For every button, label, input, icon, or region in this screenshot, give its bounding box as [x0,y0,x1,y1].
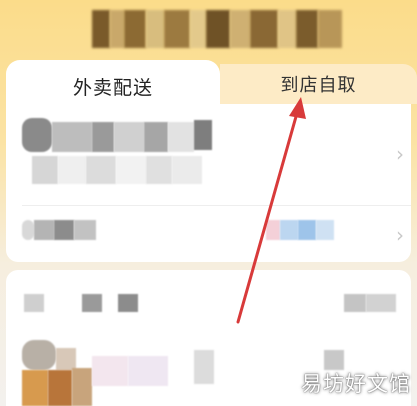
red-arrow-annotation [236,97,306,324]
watermark-text: 易坊好文馆 [301,372,411,396]
